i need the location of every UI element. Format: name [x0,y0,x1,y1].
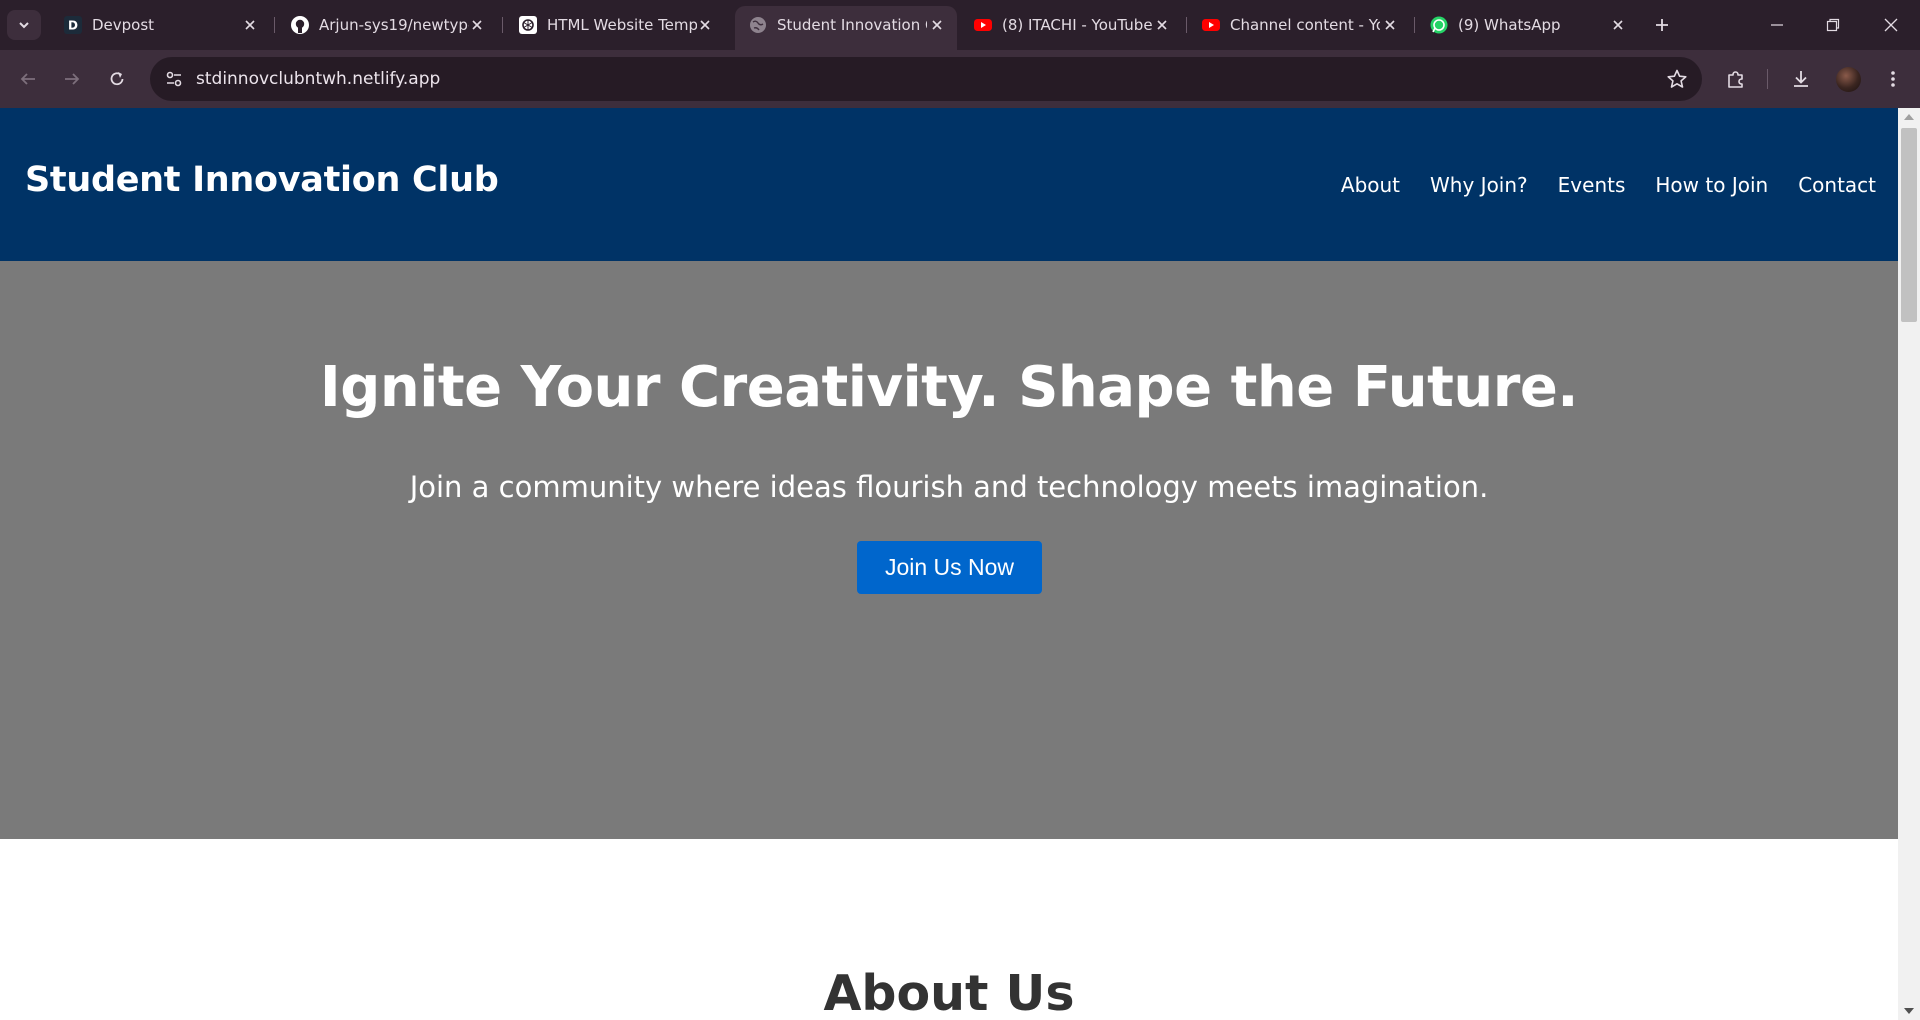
tab-search-button[interactable] [7,10,41,40]
minimize-button[interactable] [1760,10,1794,40]
youtube-icon [974,19,992,31]
hero-section: Ignite Your Creativity. Shape the Future… [0,261,1898,839]
reload-button[interactable] [102,64,132,94]
close-tab-icon[interactable] [240,15,260,35]
tab-title: (9) WhatsApp [1458,16,1561,34]
browser-tab-strip: D Devpost Arjun-sys19/newtype HTML Websi… [0,0,1920,50]
tab-github[interactable]: Arjun-sys19/newtype [277,0,495,50]
main-nav: About Why Join? Events How to Join Conta… [1311,172,1876,198]
close-window-button[interactable] [1874,10,1908,40]
about-us-heading: About Us [823,965,1075,1020]
address-bar[interactable]: stdinnovclubntwh.netlify.app [150,57,1702,101]
close-tab-icon[interactable] [695,15,715,35]
close-tab-icon[interactable] [1152,15,1172,35]
tab-youtube-channel[interactable]: Channel content - Yo [1188,0,1406,50]
tab-html-template[interactable]: HTML Website Templ [505,0,723,50]
tab-whatsapp[interactable]: (9) WhatsApp [1416,0,1634,50]
youtube-icon [1202,19,1220,31]
minimize-icon [1771,24,1783,26]
browser-toolbar: stdinnovclubntwh.netlify.app [0,50,1920,108]
kebab-menu-icon [1891,71,1895,87]
tab-devpost[interactable]: D Devpost [50,0,268,50]
nav-link-why-join[interactable]: Why Join? [1430,172,1528,198]
tab-student-innovation-club[interactable]: Student Innovation C [735,6,957,50]
download-icon [1794,71,1808,87]
arrow-right-icon [65,73,80,85]
plus-icon [1656,19,1668,31]
scroll-up-arrow-icon[interactable] [1904,114,1914,120]
nav-link-how-to-join[interactable]: How to Join [1655,172,1768,198]
join-us-now-button[interactable]: Join Us Now [857,541,1042,594]
new-tab-button[interactable] [1650,13,1674,37]
downloads-button[interactable] [1786,64,1816,94]
nav-link-contact[interactable]: Contact [1798,172,1876,198]
browser-menu-button[interactable] [1878,64,1908,94]
tab-title: (8) ITACHI - YouTube [1002,16,1152,34]
url-text: stdinnovclubntwh.netlify.app [196,69,441,89]
close-icon [1884,18,1898,32]
chevron-down-icon [19,22,29,29]
nav-link-events[interactable]: Events [1558,172,1626,198]
close-tab-icon[interactable] [927,15,947,35]
tab-title: Channel content - Yo [1230,16,1380,34]
hero-heading: Ignite Your Creativity. Shape the Future… [319,355,1579,420]
page-scrollbar[interactable] [1898,108,1920,1020]
globe-icon [750,17,766,33]
close-tab-icon[interactable] [1380,15,1400,35]
close-tab-icon[interactable] [467,15,487,35]
extensions-button[interactable] [1721,64,1751,94]
scroll-down-arrow-icon[interactable] [1904,1008,1914,1014]
tab-title: Arjun-sys19/newtype [319,16,469,34]
site-brand[interactable]: Student Innovation Club [25,160,499,200]
github-icon [291,16,309,34]
tab-youtube-itachi[interactable]: (8) ITACHI - YouTube [960,0,1178,50]
toolbar-divider [1767,69,1768,89]
scrollbar-thumb[interactable] [1901,128,1917,322]
puzzle-icon [1728,71,1743,88]
arrow-left-icon [20,73,35,85]
restore-button[interactable] [1816,10,1850,40]
profile-avatar[interactable] [1836,67,1861,92]
tab-title: Devpost [92,16,155,34]
devpost-icon: D [64,16,82,34]
back-button[interactable] [13,64,43,94]
page-viewport: Student Innovation Club About Why Join? … [0,108,1898,1020]
tab-title: HTML Website Templ [547,16,697,34]
reload-icon [110,72,124,86]
site-info-icon[interactable] [164,69,184,89]
bookmark-star-icon[interactable] [1666,68,1688,90]
nav-link-about[interactable]: About [1341,172,1400,198]
restore-icon [1826,18,1840,32]
whatsapp-icon [1430,16,1448,34]
forward-button[interactable] [57,64,87,94]
close-tab-icon[interactable] [1608,15,1628,35]
svg-text:D: D [68,19,78,33]
hero-subheading: Join a community where ideas flourish an… [409,470,1489,504]
openai-icon [519,16,537,34]
site-header: Student Innovation Club About Why Join? … [0,108,1898,261]
tab-title: Student Innovation C [777,16,927,34]
